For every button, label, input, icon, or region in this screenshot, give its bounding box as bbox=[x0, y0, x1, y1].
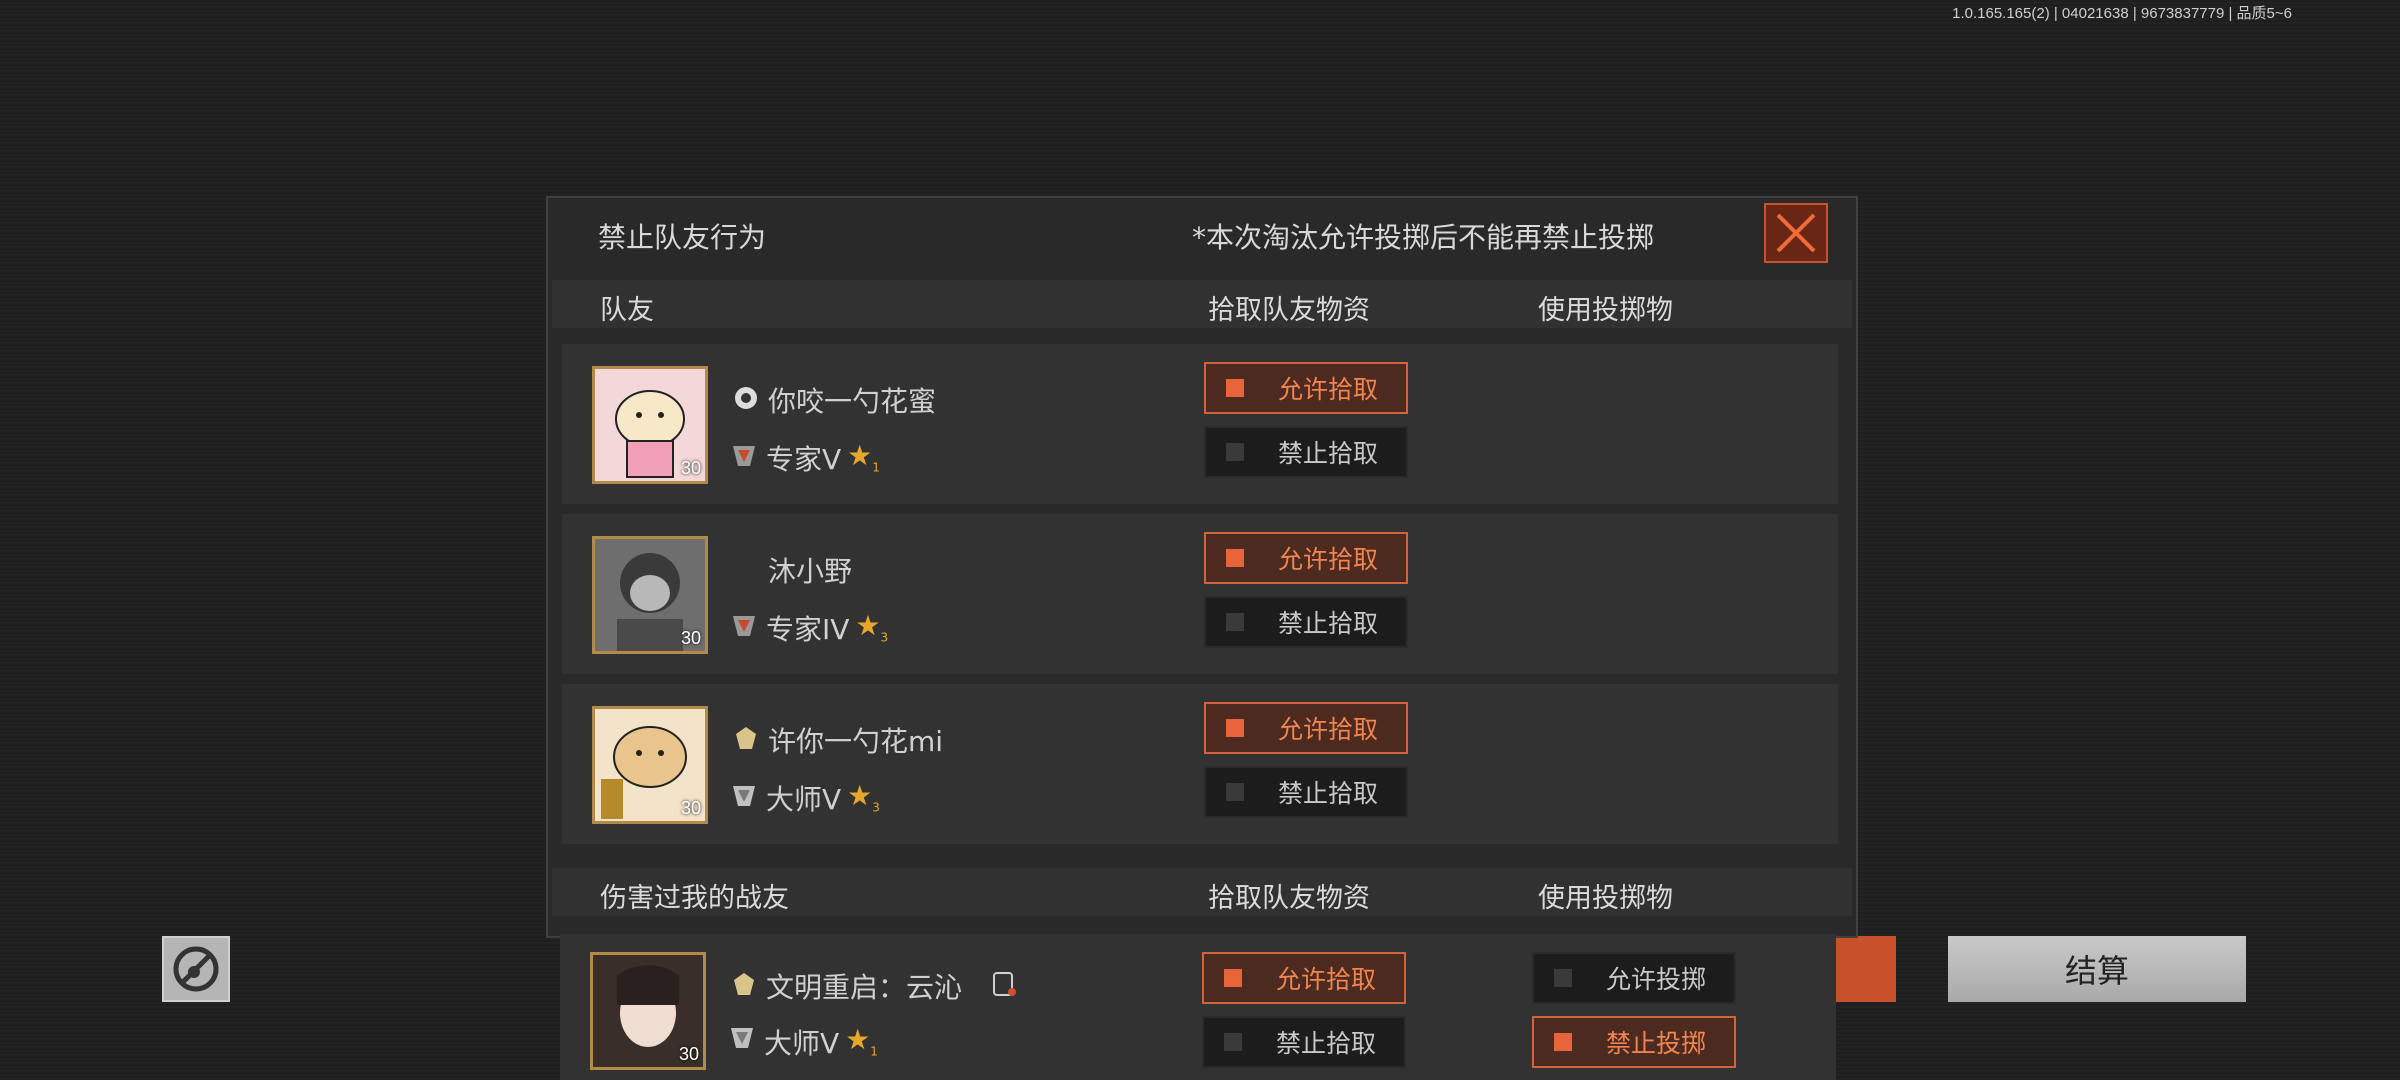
avatar: 30 bbox=[592, 366, 708, 484]
rank-icon bbox=[731, 1028, 753, 1048]
checkbox-icon bbox=[1224, 1033, 1242, 1051]
teammate-row: 30 沐小野 专家IV ★3 允许拾取 禁止拾取 bbox=[562, 514, 1838, 674]
checkbox-icon bbox=[1226, 719, 1244, 737]
player-rank: 大师V bbox=[764, 1027, 840, 1060]
allow-pickup-option[interactable]: 允许拾取 bbox=[1204, 532, 1408, 584]
checkbox-icon bbox=[1226, 443, 1244, 461]
checkbox-icon bbox=[1554, 1033, 1572, 1051]
level-badge: 30 bbox=[678, 1044, 699, 1064]
teammate-row: 30 许你一勺花mi 大师V ★3 允许拾取 禁止拾取 bbox=[562, 684, 1838, 844]
forbid-pickup-option[interactable]: 禁止拾取 bbox=[1204, 766, 1408, 818]
report-icon[interactable] bbox=[990, 970, 1018, 998]
checkbox-icon bbox=[1226, 613, 1244, 631]
checkbox-icon bbox=[1224, 969, 1242, 987]
allow-pickup-option[interactable]: 允许拾取 bbox=[1202, 952, 1406, 1004]
dialog-title: 禁止队友行为 bbox=[598, 221, 767, 254]
player-rank: 大师V bbox=[766, 783, 842, 816]
star-icon: ★3 bbox=[847, 779, 880, 815]
player-name: 你咬一勺花蜜 bbox=[768, 385, 937, 418]
star-icon: ★1 bbox=[847, 439, 880, 475]
harmed-row: 30 文明重启：云沁 大师V ★1 允许拾取 禁止拾取 允许投掷 禁止投掷 bbox=[560, 934, 1836, 1080]
forbid-pickup-label: 禁止拾取 bbox=[1276, 1029, 1377, 1058]
star-count: 1 bbox=[870, 1044, 878, 1059]
allow-pickup-label: 允许拾取 bbox=[1278, 375, 1379, 404]
close-button[interactable] bbox=[1764, 203, 1828, 263]
col-pickup: 拾取队友物资 bbox=[1208, 883, 1370, 914]
allow-pickup-option[interactable]: 允许拾取 bbox=[1204, 702, 1408, 754]
avatar: 30 bbox=[592, 536, 708, 654]
forbid-pickup-label: 禁止拾取 bbox=[1278, 609, 1379, 638]
forbid-throw-option[interactable]: 禁止投掷 bbox=[1532, 1016, 1736, 1068]
forbid-pickup-option[interactable]: 禁止拾取 bbox=[1202, 1016, 1406, 1068]
no-throw-icon-button[interactable] bbox=[162, 936, 230, 1002]
teammates-header: 队友 拾取队友物资 使用投掷物 bbox=[552, 280, 1852, 328]
player-name: 文明重启：云沁 bbox=[766, 971, 963, 1004]
forbid-pickup-option[interactable]: 禁止拾取 bbox=[1204, 596, 1408, 648]
close-icon bbox=[1776, 213, 1816, 253]
ban-teammate-dialog: 禁止队友行为 *本次淘汰允许投掷后不能再禁止投掷 队友 拾取队友物资 使用投掷物… bbox=[546, 196, 1858, 938]
forbid-pickup-label: 禁止拾取 bbox=[1278, 779, 1379, 808]
allow-pickup-option[interactable]: 允许拾取 bbox=[1204, 362, 1408, 414]
checkbox-icon bbox=[1226, 379, 1244, 397]
allow-throw-option[interactable]: 允许投掷 bbox=[1532, 952, 1736, 1004]
allow-pickup-label: 允许拾取 bbox=[1276, 965, 1377, 994]
checkbox-icon bbox=[1554, 969, 1572, 987]
dialog-header: 禁止队友行为 *本次淘汰允许投掷后不能再禁止投掷 bbox=[548, 198, 1856, 266]
player-name: 许你一勺花mi bbox=[768, 725, 944, 758]
star-count: 3 bbox=[880, 630, 889, 645]
star-icon: ★1 bbox=[845, 1023, 878, 1059]
checkbox-icon bbox=[1226, 549, 1244, 567]
col-throwable: 使用投掷物 bbox=[1538, 883, 1673, 914]
star-count: 3 bbox=[872, 800, 880, 815]
level-badge: 30 bbox=[680, 798, 701, 818]
col-throwable: 使用投掷物 bbox=[1538, 295, 1673, 326]
col-teammate: 队友 bbox=[600, 295, 654, 326]
col-harmed: 伤害过我的战友 bbox=[600, 883, 789, 914]
forbidden-grenade-icon bbox=[173, 946, 219, 992]
forbid-pickup-label: 禁止拾取 bbox=[1278, 439, 1379, 468]
player-rank: 专家V bbox=[766, 443, 842, 476]
avatar: 30 bbox=[592, 706, 708, 824]
rank-icon bbox=[733, 786, 755, 806]
allow-pickup-label: 允许拾取 bbox=[1278, 545, 1379, 574]
settle-button[interactable]: 结算 bbox=[1948, 936, 2246, 1002]
title-badge-icon bbox=[734, 973, 754, 995]
allow-pickup-label: 允许拾取 bbox=[1278, 715, 1379, 744]
forbid-throw-label: 禁止投掷 bbox=[1606, 1029, 1707, 1058]
version-info: 1.0.165.165(2) | 04021638 | 9673837779 |… bbox=[1952, 5, 2292, 22]
avatar: 30 bbox=[590, 952, 706, 1070]
title-badge-icon bbox=[736, 727, 756, 749]
star-icon: ★3 bbox=[855, 609, 889, 645]
title-badge-icon bbox=[735, 387, 757, 409]
dialog-note: *本次淘汰允许投掷后不能再禁止投掷 bbox=[1192, 221, 1655, 254]
checkbox-icon bbox=[1226, 783, 1244, 801]
player-rank: 专家IV bbox=[766, 613, 850, 646]
level-badge: 30 bbox=[680, 628, 701, 648]
forbid-pickup-option[interactable]: 禁止拾取 bbox=[1204, 426, 1408, 478]
teammate-row: 30 你咬一勺花蜜 专家V ★1 允许拾取 禁止拾取 bbox=[562, 344, 1838, 504]
harmed-header: 伤害过我的战友 拾取队友物资 使用投掷物 bbox=[552, 868, 1852, 916]
player-name: 沐小野 bbox=[768, 555, 853, 588]
allow-throw-label: 允许投掷 bbox=[1606, 965, 1707, 994]
col-pickup: 拾取队友物资 bbox=[1208, 295, 1370, 326]
rank-icon bbox=[733, 446, 755, 466]
level-badge: 30 bbox=[680, 458, 701, 478]
star-count: 1 bbox=[872, 460, 880, 475]
rank-icon bbox=[733, 616, 755, 636]
